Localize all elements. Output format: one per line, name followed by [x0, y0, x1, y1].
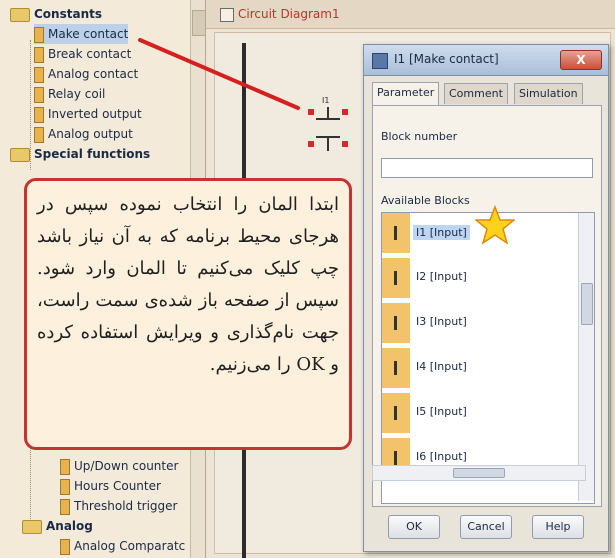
list-item-i3[interactable]: I3 [Input] [382, 303, 578, 343]
folder-icon [22, 519, 42, 534]
output-icon [34, 126, 44, 143]
input-marker-icon [382, 303, 410, 343]
dialog-titlebar[interactable]: I1 [Make contact] X [364, 45, 608, 76]
ok-button[interactable]: OK [388, 515, 440, 539]
list-item-i2[interactable]: I2 [Input] [382, 258, 578, 298]
parameter-panel: Block number Available Blocks I1 [Input]… [372, 105, 602, 507]
tab-simulation[interactable]: Simulation [514, 83, 583, 104]
scroll-thumb[interactable] [581, 283, 593, 325]
diagram-tabbar: Circuit Diagram1 [206, 0, 615, 29]
make-contact-dialog: I1 [Make contact] X Parameter Comment Si… [363, 44, 609, 552]
tree-item-threshold-trigger[interactable]: Threshold trigger [60, 496, 177, 516]
tree-item-inverted-output[interactable]: Inverted output [34, 104, 142, 124]
tree-item-make-contact[interactable]: Make contact [34, 24, 129, 44]
block-icon [372, 53, 388, 69]
available-blocks-label: Available Blocks [381, 194, 470, 207]
dialog-tabs: Parameter Comment Simulation [372, 82, 604, 105]
tree-item-special-functions[interactable]: Special functions [10, 144, 150, 164]
contact-icon [34, 26, 44, 43]
block-number-label: Block number [381, 130, 458, 143]
svg-text:I1: I1 [322, 96, 329, 105]
output-icon [34, 106, 44, 123]
tree-item-analog[interactable]: Analog [22, 516, 93, 536]
help-button[interactable]: Help [532, 515, 584, 539]
tab-parameter[interactable]: Parameter [372, 82, 440, 105]
star-icon [475, 205, 515, 245]
tree-item-break-contact[interactable]: Break contact [34, 44, 131, 64]
cancel-button[interactable]: Cancel [460, 515, 512, 539]
tab-comment[interactable]: Comment [444, 83, 508, 104]
tab-circuit-diagram[interactable]: Circuit Diagram1 [220, 4, 340, 24]
input-marker-icon [382, 393, 410, 433]
contact-icon [34, 46, 44, 63]
tree-item-up-down-counter[interactable]: Up/Down counter [60, 456, 178, 476]
input-marker-icon [382, 258, 410, 298]
diagram-icon [220, 8, 234, 22]
tree-item-constants[interactable]: Constants [10, 4, 102, 24]
tree-item-relay-coil[interactable]: Relay coil [34, 84, 105, 104]
trigger-icon [60, 498, 70, 515]
folder-icon [10, 7, 30, 22]
counter-icon [60, 458, 70, 475]
list-item-i5[interactable]: I5 [Input] [382, 393, 578, 433]
tree-item-analog-contact[interactable]: Analog contact [34, 64, 138, 84]
list-item-i4[interactable]: I4 [Input] [382, 348, 578, 388]
tree-item-hours-counter[interactable]: Hours Counter [60, 476, 161, 496]
block-number-input[interactable] [381, 158, 593, 178]
input-marker-icon [382, 348, 410, 388]
input-marker-icon [382, 213, 410, 253]
dialog-title: I1 [Make contact] [394, 52, 499, 66]
blocks-vertical-scrollbar[interactable] [578, 213, 594, 501]
tree-item-analog-comparator[interactable]: Analog Comparatc [60, 536, 185, 556]
available-blocks-list[interactable]: I1 [Input] I2 [Input] I3 [Input] I4 [Inp… [381, 212, 595, 504]
folder-icon [10, 147, 30, 162]
instruction-callout: ابتدا المان را انتخاب نموده سپس در هرجای… [24, 178, 352, 450]
scroll-thumb[interactable] [453, 468, 505, 478]
counter-icon [60, 478, 70, 495]
tree-item-analog-output[interactable]: Analog output [34, 124, 133, 144]
contact-icon [34, 66, 44, 83]
make-contact-symbol[interactable]: I1 [308, 93, 348, 163]
close-button[interactable]: X [560, 50, 602, 70]
coil-icon [34, 86, 44, 103]
blocks-horizontal-scrollbar[interactable] [372, 465, 586, 481]
comparator-icon [60, 538, 70, 555]
tree-scroll-thumb[interactable] [192, 10, 206, 36]
